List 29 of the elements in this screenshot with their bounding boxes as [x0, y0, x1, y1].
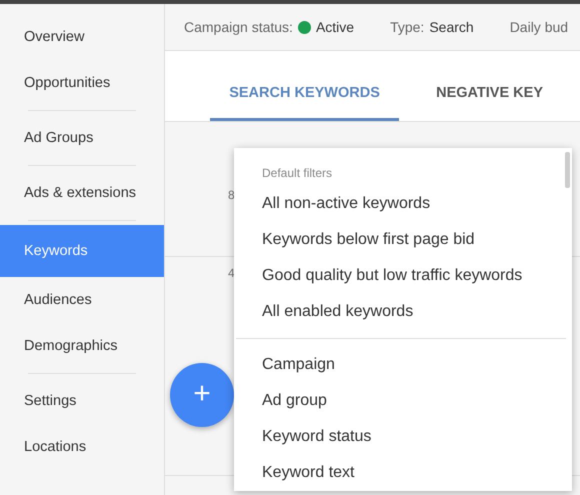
axis-label: 4: [228, 266, 235, 280]
menu-item[interactable]: Keyword text: [234, 455, 572, 491]
sidebar-item[interactable]: Overview: [0, 14, 164, 60]
menu-item[interactable]: Campaign: [234, 347, 572, 383]
type-value: Search: [429, 19, 474, 35]
sidebar-item[interactable]: Keywords: [0, 225, 164, 277]
menu-item[interactable]: All non-active keywords: [234, 186, 572, 222]
sidebar-item[interactable]: Opportunities: [0, 60, 164, 106]
sidebar-item[interactable]: Ads & extensions: [0, 170, 164, 216]
menu-item[interactable]: Good quality but low traffic keywords: [234, 258, 572, 294]
status-label: Campaign status:: [184, 19, 293, 35]
scrollbar-thumb[interactable]: [565, 152, 570, 188]
sidebar-item[interactable]: Locations: [0, 424, 164, 470]
sidebar-item[interactable]: Demographics: [0, 323, 164, 369]
status-value: Active: [316, 19, 354, 35]
menu-item[interactable]: Keyword status: [234, 419, 572, 455]
menu-item[interactable]: All enabled keywords: [234, 294, 572, 330]
type-label: Type:: [390, 19, 424, 35]
sidebar-item[interactable]: Audiences: [0, 277, 164, 323]
menu-heading: Default filters: [261, 166, 334, 180]
sidebar-item[interactable]: Settings: [0, 378, 164, 424]
budget-label: Daily bud: [510, 19, 568, 35]
axis-label: 8: [228, 188, 235, 202]
sidebar-item[interactable]: Ad Groups: [0, 115, 164, 161]
tab[interactable]: NEGATIVE KEY: [399, 51, 580, 121]
add-button[interactable]: +: [170, 363, 234, 427]
menu-item[interactable]: Ad group: [234, 383, 572, 419]
status-dot-icon: [298, 20, 311, 34]
menu-item[interactable]: Keywords below first page bid: [234, 222, 572, 258]
